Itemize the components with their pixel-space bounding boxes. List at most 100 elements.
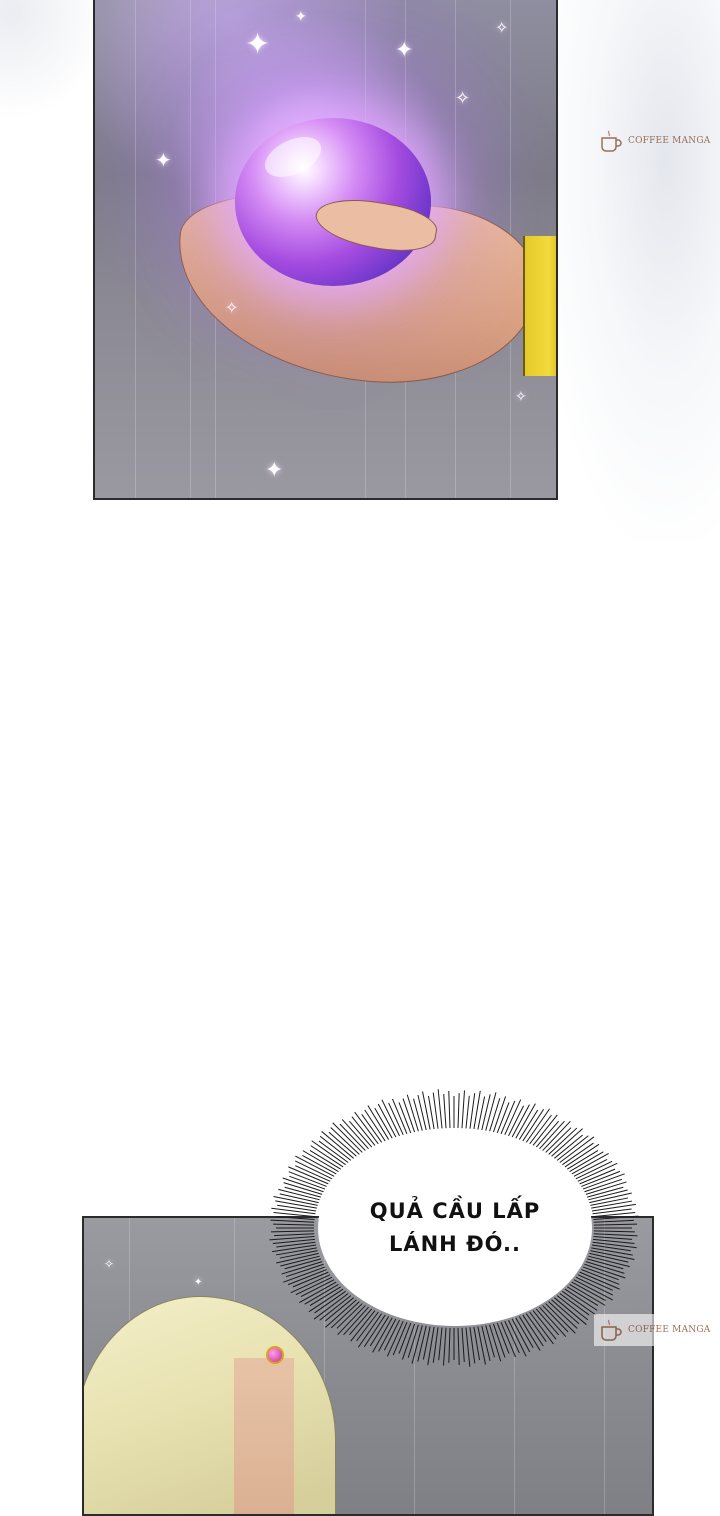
watermark-label: COFFEE MANGA xyxy=(628,136,711,146)
screentone-background xyxy=(540,0,720,540)
burst-line xyxy=(569,1151,604,1172)
burst-line xyxy=(413,1098,423,1131)
watermark-coffee-manga: COFFEE MANGA xyxy=(594,1314,715,1346)
burst-line xyxy=(319,1295,352,1321)
burst-line xyxy=(461,1090,465,1129)
burst-line xyxy=(308,1288,344,1313)
burst-line xyxy=(593,1219,634,1223)
burst-line xyxy=(330,1301,360,1329)
burst-line xyxy=(511,1318,531,1353)
burst-line xyxy=(282,1177,324,1193)
speech-bubble: QUẢ CẦU LẤP LÁNH ĐÓ.. xyxy=(318,1130,592,1326)
burst-line xyxy=(525,1313,547,1342)
burst-line xyxy=(448,1090,451,1129)
burst-line xyxy=(448,1327,451,1363)
yellow-sleeve xyxy=(523,236,556,376)
sparkle-icon: ✦ xyxy=(295,9,307,25)
burst-line xyxy=(361,1114,383,1143)
burst-line xyxy=(457,1327,460,1366)
burst-line xyxy=(328,1131,357,1157)
burst-line xyxy=(485,1092,497,1131)
burst-line xyxy=(593,1233,638,1237)
coffee-cup-icon xyxy=(601,130,622,152)
burst-line xyxy=(437,1089,443,1129)
burst-line xyxy=(275,1216,315,1220)
burst-line xyxy=(582,1266,619,1281)
burst-line xyxy=(318,1140,349,1163)
burst-line xyxy=(272,1244,317,1253)
burst-line xyxy=(481,1094,491,1131)
rain-streak xyxy=(135,0,136,498)
burst-line xyxy=(591,1247,633,1256)
burst-line xyxy=(432,1327,439,1363)
burst-line xyxy=(369,1316,390,1347)
burst-line xyxy=(443,1327,447,1366)
burst-line xyxy=(564,1143,600,1168)
sparkle-icon: ✧ xyxy=(104,1257,115,1271)
burst-line xyxy=(337,1305,366,1336)
burst-line xyxy=(461,1327,465,1362)
burst-line xyxy=(548,1127,578,1155)
speech-line-2: LÁNH ĐÓ.. xyxy=(388,1232,522,1256)
burst-line xyxy=(485,1325,495,1358)
burst-line xyxy=(432,1092,439,1129)
burst-line xyxy=(469,1327,476,1364)
burst-line xyxy=(275,1247,317,1256)
burst-line xyxy=(417,1325,427,1362)
sparkle-icon: ✦ xyxy=(395,38,414,63)
burst-line xyxy=(381,1099,400,1137)
burst-line xyxy=(465,1095,470,1129)
burst-line xyxy=(289,1175,326,1190)
burst-line xyxy=(407,1324,419,1358)
burst-line xyxy=(292,1271,329,1288)
sparkle-icon: ✦ xyxy=(265,458,284,483)
sparkle-icon: ✧ xyxy=(455,88,471,109)
burst-line xyxy=(377,1103,397,1138)
burst-line xyxy=(542,1120,571,1151)
burst-line xyxy=(443,1094,447,1129)
coffee-cup-icon xyxy=(601,1319,622,1341)
burst-line xyxy=(556,1135,589,1161)
burst-line xyxy=(288,1166,329,1185)
burst-line xyxy=(551,1299,580,1325)
burst-line xyxy=(573,1279,613,1301)
burst-line xyxy=(324,1297,354,1322)
burst-line xyxy=(569,1284,606,1306)
burst-line xyxy=(411,1325,423,1364)
burst-line xyxy=(438,1327,443,1361)
burst-line xyxy=(310,1145,344,1168)
burst-line xyxy=(274,1233,315,1237)
watermark-coffee-manga: COFFEE MANGA xyxy=(598,128,710,154)
burst-line xyxy=(304,1284,339,1305)
burst-line xyxy=(554,1134,584,1159)
sparkle-icon: ✦ xyxy=(194,1277,203,1288)
burst-line xyxy=(571,1153,609,1175)
burst-line xyxy=(539,1306,567,1337)
burst-line xyxy=(559,1293,590,1316)
burst-line xyxy=(593,1215,639,1220)
burst-line xyxy=(295,1155,335,1177)
burst-line xyxy=(593,1236,633,1240)
sparkle-icon: ✦ xyxy=(155,148,172,172)
burst-line xyxy=(579,1168,616,1185)
burst-line xyxy=(590,1197,629,1206)
burst-line xyxy=(579,1271,620,1290)
panel-glowing-orb: ✦ ✦ ✧ ✦ ✧ ✦ ✧ ✦ ✧ xyxy=(93,0,558,500)
burst-line xyxy=(593,1230,635,1233)
face xyxy=(234,1358,294,1514)
burst-line xyxy=(564,1288,598,1311)
burst-line xyxy=(330,1127,360,1155)
burst-line xyxy=(269,1236,315,1241)
burst-line xyxy=(556,1295,589,1321)
sparkle-icon: ✦ xyxy=(245,27,271,62)
burst-line xyxy=(279,1250,318,1259)
burst-line xyxy=(489,1098,501,1132)
burst-line xyxy=(457,1093,460,1129)
sparkle-icon: ✧ xyxy=(515,389,527,405)
burst-line xyxy=(511,1104,530,1138)
burst-line xyxy=(319,1135,352,1161)
burst-line xyxy=(275,1200,317,1209)
burst-line xyxy=(518,1109,539,1140)
burst-line xyxy=(465,1327,471,1367)
burst-line xyxy=(417,1094,427,1131)
